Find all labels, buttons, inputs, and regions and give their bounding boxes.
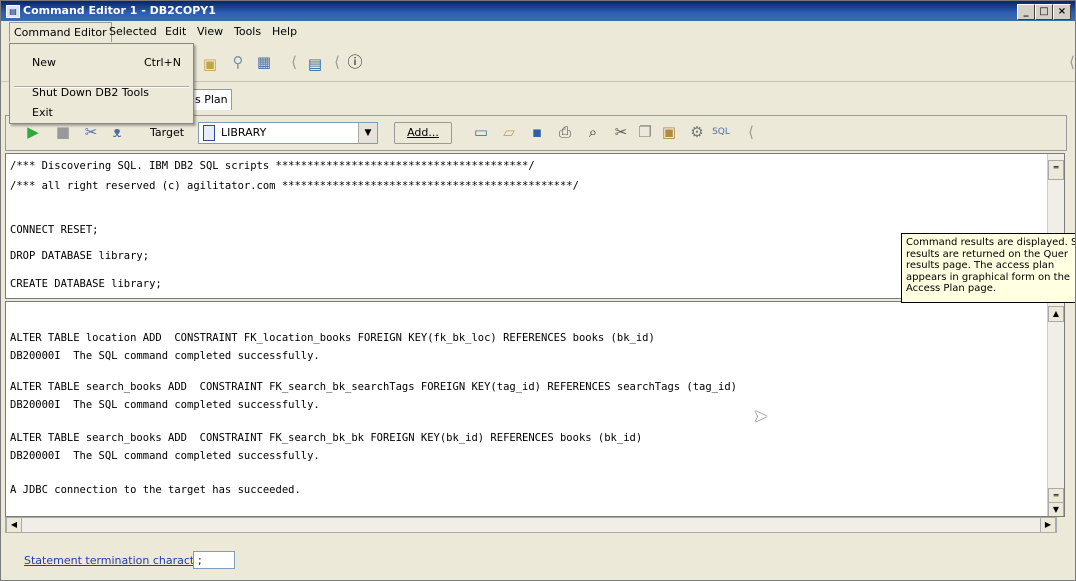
menu-item-shutdown[interactable]: Shut Down DB2 Tools <box>10 84 193 102</box>
cut-icon[interactable]: ✂ <box>612 123 630 141</box>
mouse-cursor-icon: ➤ <box>753 406 769 427</box>
save-icon[interactable]: ▪ <box>528 123 546 141</box>
script-line: CONNECT RESET; <box>10 224 99 236</box>
menu-item-new[interactable]: New Ctrl+N <box>10 54 193 72</box>
result-line: DB20000I The SQL command completed succe… <box>10 350 320 362</box>
chevron-down-icon[interactable]: ▼ <box>358 123 377 143</box>
sql-assist-icon[interactable]: SQL <box>712 123 730 141</box>
window-title: Command Editor 1 - DB2COPY1 <box>23 4 216 17</box>
network-icon[interactable]: ▦ <box>255 53 273 71</box>
scroll-right-icon[interactable]: ▶ <box>1040 517 1056 533</box>
separator-icon: ⟨ <box>1069 53 1075 71</box>
script-line: /*** all right reserved (c) agilitator.c… <box>10 180 579 192</box>
find-icon[interactable]: ⌕ <box>584 123 602 141</box>
output-vertical-scrollbar[interactable]: ▲ ═ ▼ <box>1047 302 1064 516</box>
add-button[interactable]: Add... <box>394 122 452 144</box>
separator-icon: ⟨ <box>748 123 754 141</box>
menu-edit[interactable]: Edit <box>165 25 186 38</box>
print-icon[interactable]: ⎙ <box>556 123 574 141</box>
result-line: ALTER TABLE search_books ADD CONSTRAINT … <box>10 381 737 393</box>
menu-item-shortcut: Ctrl+N <box>143 56 181 69</box>
command-editor-menu: New Ctrl+N Shut Down DB2 Tools Exit <box>9 43 194 124</box>
result-line: ALTER TABLE location ADD CONSTRAINT FK_l… <box>10 332 655 344</box>
bottom-bar: Statement termination character ; <box>1 536 1075 580</box>
command-editor-window: ▤ Command Editor 1 - DB2COPY1 _ □ × Comm… <box>0 0 1076 581</box>
execute-icon[interactable]: ▶ <box>24 123 42 141</box>
explain-icon[interactable]: ✂ <box>82 123 100 141</box>
title-bar[interactable]: ▤ Command Editor 1 - DB2COPY1 _ □ × <box>1 1 1075 21</box>
results-output-pane[interactable]: ALTER TABLE location ADD CONSTRAINT FK_l… <box>5 301 1065 517</box>
results-tooltip: Command results are displayed. S results… <box>901 233 1075 303</box>
menu-item-label: Shut Down DB2 Tools <box>32 86 150 99</box>
menu-item-label: Exit <box>32 106 53 119</box>
target-combo[interactable]: LIBRARY ▼ <box>198 122 378 144</box>
result-line: A JDBC connection to the target has succ… <box>10 484 301 496</box>
script-line: /*** Discovering SQL. IBM DB2 SQL script… <box>10 160 535 172</box>
task-center-icon[interactable]: ▤ <box>306 55 324 73</box>
open-folder-icon[interactable]: ▱ <box>500 123 518 141</box>
menu-bar: Command Editor Selected Edit View Tools … <box>1 22 1075 42</box>
separator-icon: ⟨ <box>334 53 340 71</box>
access-plan-icon[interactable]: ᴥ <box>108 123 126 141</box>
output-horizontal-scrollbar[interactable]: ◀ ▶ <box>5 517 1057 533</box>
close-button[interactable]: × <box>1053 4 1071 20</box>
scroll-left-icon[interactable]: ◀ <box>6 517 22 533</box>
new-icon[interactable]: ▭ <box>472 123 490 141</box>
paste-icon[interactable]: ▣ <box>660 123 678 141</box>
copy-icon[interactable]: ❐ <box>636 123 654 141</box>
menu-help[interactable]: Help <box>272 25 297 38</box>
database-icon <box>203 125 215 141</box>
menu-view[interactable]: View <box>197 25 223 38</box>
scroll-down-icon[interactable]: ▼ <box>1048 502 1064 516</box>
script-icon[interactable]: ▣ <box>201 55 219 73</box>
script-line: DROP DATABASE library; <box>10 250 150 262</box>
separator-icon: ⟨ <box>291 53 297 71</box>
maximize-button[interactable]: □ <box>1035 4 1053 20</box>
result-line: ALTER TABLE search_books ADD CONSTRAINT … <box>10 432 643 444</box>
scroll-thumb[interactable]: ═ <box>1048 160 1064 180</box>
settings-icon[interactable]: ⚙ <box>688 123 706 141</box>
script-line: CREATE DATABASE library; <box>10 278 162 290</box>
menu-selected[interactable]: Selected <box>109 25 157 38</box>
db2-icon: ▤ <box>6 5 20 18</box>
wizard-icon[interactable]: ⚲ <box>229 53 247 71</box>
menu-item-exit[interactable]: Exit <box>10 104 193 122</box>
stop-icon[interactable]: ■ <box>54 123 72 141</box>
minimize-button[interactable]: _ <box>1017 4 1035 20</box>
menu-item-label: New <box>32 56 56 69</box>
result-line: DB20000I The SQL command completed succe… <box>10 450 320 462</box>
tab-access-plan[interactable]: s Plan <box>191 89 232 110</box>
help-icon[interactable]: ⓘ <box>346 53 364 71</box>
target-label: Target <box>150 126 185 139</box>
termination-character-input[interactable]: ; <box>193 551 235 569</box>
scroll-up-icon[interactable]: ▲ <box>1048 306 1064 322</box>
menu-command-editor[interactable]: Command Editor <box>9 22 112 42</box>
statement-termination-link[interactable]: Statement termination character <box>24 554 206 567</box>
result-line: DB20000I The SQL command completed succe… <box>10 399 320 411</box>
target-value: LIBRARY <box>221 126 267 139</box>
menu-tools[interactable]: Tools <box>234 25 261 38</box>
